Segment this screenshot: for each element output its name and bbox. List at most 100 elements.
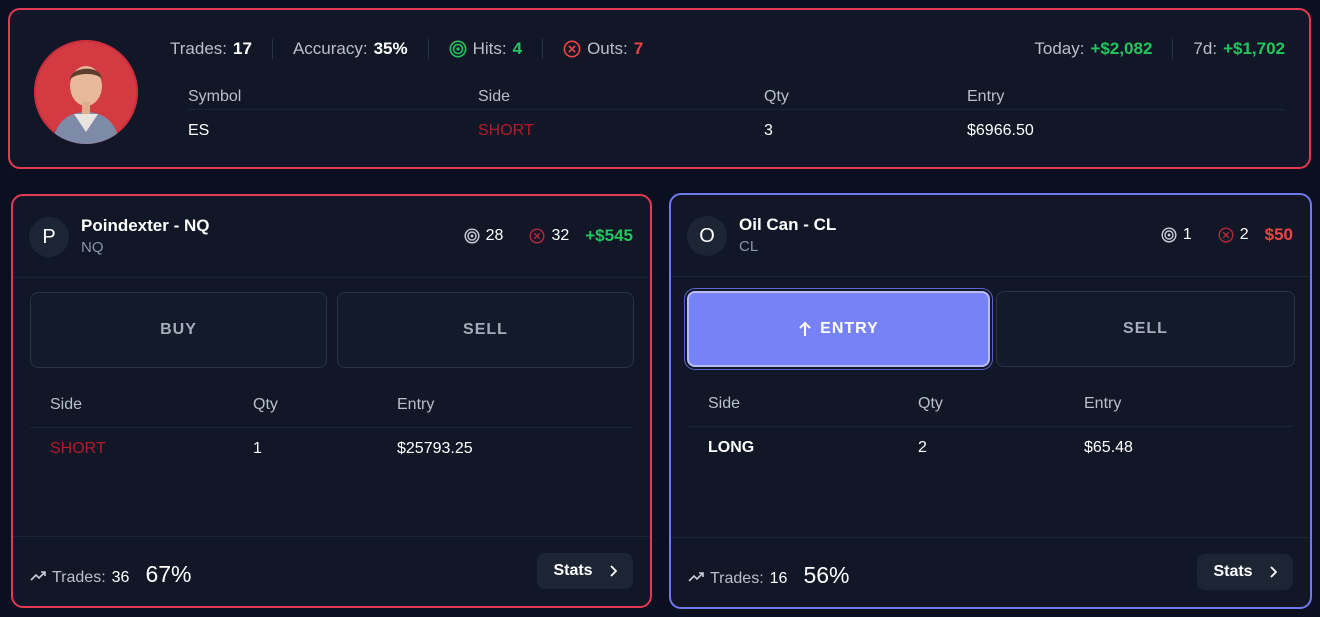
- bot-position-table: Side Qty Entry LONG 2 $65.48: [688, 395, 1293, 457]
- cell-qty: 2: [918, 439, 927, 456]
- hits-stat: Hits: 4: [449, 39, 522, 59]
- stats-button[interactable]: Stats: [1197, 554, 1293, 590]
- today-stat: Today: +$2,082: [1034, 39, 1152, 59]
- bot-card-poindexter: P Poindexter - NQ NQ 28 32 +$545 BUY SEL…: [11, 194, 652, 608]
- table-header: Side Qty Entry: [30, 396, 633, 428]
- stats-button[interactable]: Stats: [537, 553, 633, 589]
- hits-value: 4: [512, 39, 523, 58]
- table-row: ES SHORT 3 $6966.50: [188, 122, 1285, 140]
- trades-value: 16: [769, 570, 788, 587]
- bot-outs: 2: [1239, 226, 1249, 243]
- bot-hits: 1: [1182, 226, 1192, 243]
- week-value: +$1,702: [1223, 39, 1285, 58]
- sell-button[interactable]: SELL: [337, 292, 634, 368]
- bot-pnl: +$545: [585, 226, 633, 245]
- target-icon: [449, 40, 467, 58]
- trades-value: 36: [111, 569, 130, 586]
- bot-symbol: CL: [739, 238, 759, 255]
- table-row: LONG 2 $65.48: [688, 439, 1293, 457]
- stats-button-label: Stats: [553, 562, 593, 579]
- accuracy-value: 67%: [145, 561, 192, 587]
- trades-value: 17: [233, 39, 252, 58]
- column-header-qty: Qty: [253, 396, 278, 413]
- summary-card: Trades: 17 Accuracy: 35% Hits: 4 Outs: 7…: [8, 8, 1311, 169]
- buy-button-label: BUY: [160, 321, 197, 338]
- entry-button[interactable]: ENTRY: [687, 291, 990, 367]
- accuracy-label: Accuracy:: [292, 39, 368, 58]
- bot-outs: 32: [551, 227, 570, 244]
- week-label: 7d:: [1193, 39, 1218, 58]
- bot-card-oil-can: O Oil Can - CL CL 1 2 $50 ENTRY SELL Sid…: [669, 193, 1312, 609]
- bot-position-table: Side Qty Entry SHORT 1 $25793.25: [30, 396, 633, 458]
- column-header-side: Side: [708, 395, 741, 412]
- accuracy-value: 56%: [803, 562, 850, 588]
- accuracy-stat: Accuracy: 35%: [293, 39, 408, 59]
- table-header: Symbol Side Qty Entry: [188, 88, 1285, 110]
- arrow-up-icon: [799, 321, 811, 336]
- positions-table: Symbol Side Qty Entry ES SHORT 3 $6966.5…: [188, 88, 1285, 140]
- bot-footer: Trades: 16 56% Stats: [671, 537, 1310, 607]
- trend-up-icon: [688, 572, 704, 582]
- cell-entry: $25793.25: [397, 440, 473, 457]
- accuracy-value: 35%: [373, 39, 408, 58]
- bot-stats: 1 2 $50: [1161, 225, 1293, 245]
- bot-stats: 28 32 +$545: [464, 226, 633, 246]
- trend-up-icon: [30, 571, 46, 581]
- outs-label: Outs:: [587, 39, 628, 58]
- divider: [271, 39, 273, 59]
- cell-symbol: ES: [188, 122, 210, 139]
- target-icon: [1161, 227, 1177, 243]
- x-circle-icon: [1218, 227, 1234, 243]
- column-header-side: Side: [50, 396, 83, 413]
- outs-value: 7: [633, 39, 644, 58]
- stats-button-label: Stats: [1213, 563, 1253, 580]
- cell-qty: 1: [253, 440, 262, 457]
- avatar: [34, 40, 138, 144]
- bot-title: Oil Can - CL: [739, 215, 837, 234]
- sell-button[interactable]: SELL: [996, 291, 1295, 367]
- chevron-right-icon: [1269, 566, 1277, 578]
- target-icon: [464, 228, 480, 244]
- bot-hits: 28: [485, 227, 504, 244]
- bot-trades-summary: Trades: 16 56%: [688, 562, 850, 589]
- cell-entry: $6966.50: [967, 122, 1034, 139]
- divider: [1172, 39, 1174, 59]
- week-stat: 7d: +$1,702: [1193, 39, 1285, 59]
- sell-button-label: SELL: [1123, 320, 1168, 337]
- bot-header: P Poindexter - NQ NQ 28 32 +$545: [13, 196, 650, 278]
- bot-pnl: $50: [1264, 225, 1293, 244]
- x-circle-icon: [563, 40, 581, 58]
- x-circle-icon: [529, 228, 545, 244]
- bot-avatar: O: [687, 216, 727, 256]
- today-value: +$2,082: [1090, 39, 1153, 58]
- table-header: Side Qty Entry: [688, 395, 1293, 427]
- column-header-entry: Entry: [967, 88, 1005, 105]
- divider: [542, 39, 544, 59]
- bot-header: O Oil Can - CL CL 1 2 $50: [671, 195, 1310, 277]
- cell-side: SHORT: [478, 122, 534, 139]
- sell-button-label: SELL: [463, 321, 508, 338]
- today-label: Today:: [1034, 39, 1085, 58]
- bot-avatar: P: [29, 217, 69, 257]
- bot-trades-summary: Trades: 36 67%: [30, 561, 192, 588]
- summary-stat-bar: Trades: 17 Accuracy: 35% Hits: 4 Outs: 7…: [170, 38, 1285, 60]
- hits-label: Hits:: [472, 39, 507, 58]
- column-header-qty: Qty: [764, 88, 789, 105]
- cell-side: SHORT: [50, 440, 106, 457]
- cell-side: LONG: [708, 439, 755, 456]
- bot-symbol: NQ: [81, 239, 104, 256]
- entry-button-label: ENTRY: [820, 320, 879, 337]
- trades-label: Trades:: [710, 570, 764, 587]
- cell-entry: $65.48: [1084, 439, 1133, 456]
- column-header-side: Side: [478, 88, 511, 105]
- cell-qty: 3: [764, 122, 773, 139]
- table-row: SHORT 1 $25793.25: [30, 440, 633, 458]
- column-header-entry: Entry: [1084, 395, 1122, 412]
- outs-stat: Outs: 7: [563, 39, 643, 59]
- column-header-symbol: Symbol: [188, 88, 242, 105]
- column-header-entry: Entry: [397, 396, 435, 413]
- column-header-qty: Qty: [918, 395, 943, 412]
- buy-button[interactable]: BUY: [30, 292, 327, 368]
- trades-label: Trades:: [52, 569, 106, 586]
- bot-footer: Trades: 36 67% Stats: [13, 536, 650, 606]
